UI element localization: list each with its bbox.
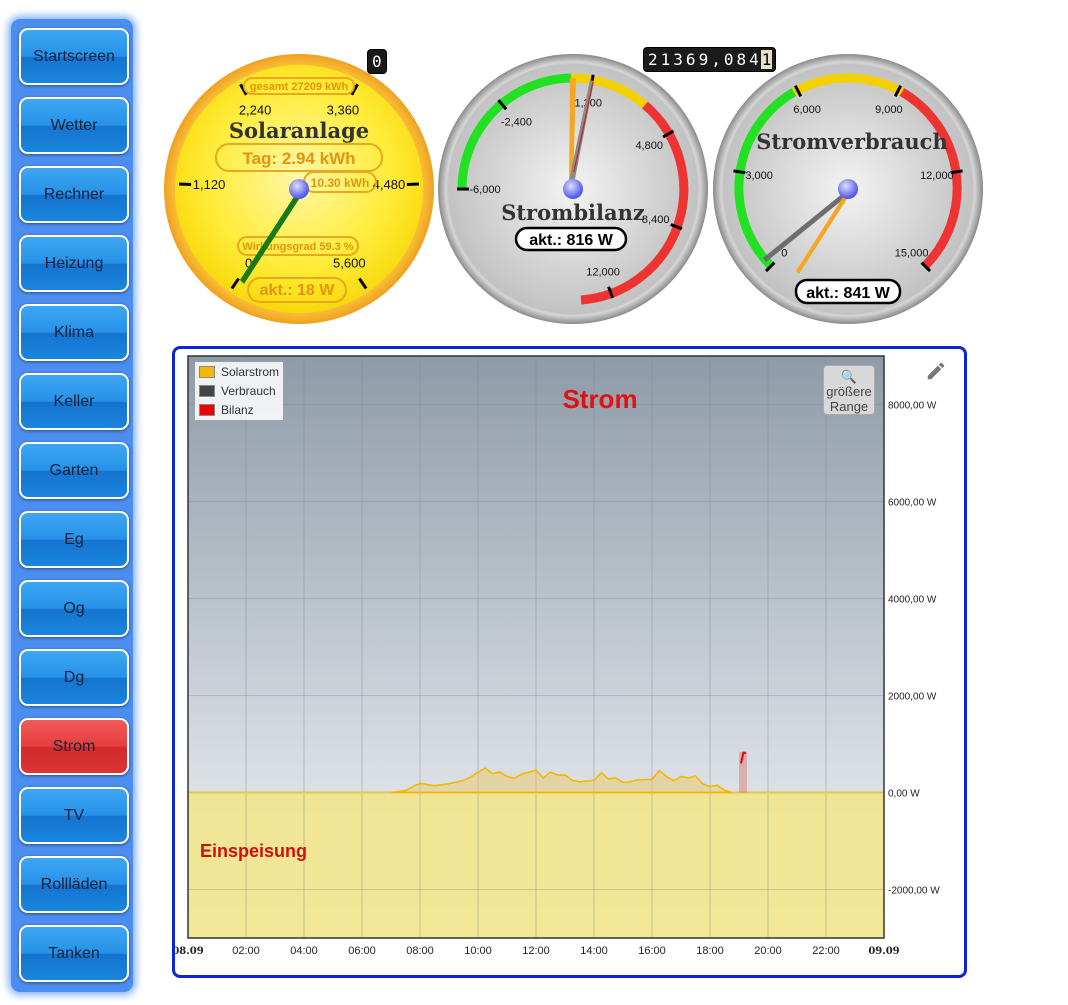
counter-digit: 2 xyxy=(648,50,658,69)
x-tick-label: 18:00 xyxy=(696,945,724,957)
solar-gauge: 0 1,120 2,240 3,360 4,480 5,600 gesamt 27209 … xyxy=(164,54,434,324)
gauge-tick-label: 1,120 xyxy=(193,177,226,192)
bilanz-current: akt.: 816 W xyxy=(529,232,613,249)
gauge-tick xyxy=(179,182,192,186)
gauge-tick-label: 0 xyxy=(781,248,787,260)
counter-digit: 9 xyxy=(698,50,709,69)
range-label: größere Range xyxy=(826,384,872,414)
y-tick-label: 2000,00 W xyxy=(888,692,937,703)
nav-button-tanken[interactable]: Tanken xyxy=(19,925,129,982)
gauge-tick-label: 15,000 xyxy=(895,248,929,260)
range-button[interactable]: 🔍 größere Range xyxy=(823,365,875,415)
nav-button-startscreen[interactable]: Startscreen xyxy=(19,28,129,85)
counter-digit: 3 xyxy=(673,50,683,69)
verbrauch-gauge: 0 3,000 6,000 9,000 12,000 15,000 Stromverbra… xyxy=(713,54,983,324)
gauge-tick-label: 6,000 xyxy=(793,104,821,116)
gauge-tick-label: 2,240 xyxy=(239,102,272,117)
gauge-tick-label: 3,000 xyxy=(745,170,773,182)
x-tick-label: 22:00 xyxy=(812,945,840,957)
magnifier-icon: 🔍 xyxy=(840,369,858,384)
nav-button-keller[interactable]: Keller xyxy=(19,373,129,430)
nav-button-wetter[interactable]: Wetter xyxy=(19,97,129,154)
legend-item[interactable]: Verbrauch xyxy=(195,381,283,400)
nav-button-klima[interactable]: Klima xyxy=(19,304,129,361)
nav-button-rechner[interactable]: Rechner xyxy=(19,166,129,223)
y-tick-label: 8000,00 W xyxy=(888,401,937,412)
y-tick-label: 6000,00 W xyxy=(888,498,937,509)
einspeisung-label: Einspeisung xyxy=(200,841,308,861)
gauge-tick-label: 5,600 xyxy=(333,256,366,271)
solar-counter-digit: 0 xyxy=(372,52,382,71)
bilanz-gauge: -6,000-2,4001,2004,8008,40012,000 Stromb… xyxy=(438,54,708,324)
legend-swatch xyxy=(199,365,215,378)
x-tick-label: 10:00 xyxy=(464,945,492,957)
gauge-tick-label: -2,400 xyxy=(501,117,532,129)
x-tick-label: 04:00 xyxy=(290,945,318,957)
x-tick-label: 12:00 xyxy=(522,945,550,957)
gauge-tick-label: -6,000 xyxy=(469,184,500,196)
legend-swatch xyxy=(199,384,215,397)
legend-label: Solarstrom xyxy=(221,364,280,379)
verbrauch-title: Stromverbrauch xyxy=(756,129,947,154)
gauge-tick xyxy=(406,182,419,186)
nav-button-og[interactable]: Og xyxy=(19,580,129,637)
solar-title: Solaranlage xyxy=(229,118,369,143)
x-tick-label: 20:00 xyxy=(754,945,782,957)
solar-total: gesamt 27209 kWh xyxy=(250,81,349,93)
gauge-tick-label: 4,800 xyxy=(635,140,663,152)
x-tick-label: 02:00 xyxy=(232,945,260,957)
counter-digit: 1 xyxy=(660,50,671,69)
x-tick-label: 08:00 xyxy=(406,945,434,957)
solar-current: akt.: 18 W xyxy=(260,282,336,299)
y-tick-label: 0,00 W xyxy=(888,789,920,800)
x-tick-label: 06:00 xyxy=(348,945,376,957)
verbrauch-current: akt.: 841 W xyxy=(806,285,890,302)
nav-button-tv[interactable]: TV xyxy=(19,787,129,844)
chart-legend: Solarstrom Verbrauch Bilanz xyxy=(195,362,283,420)
sidebar: Startscreen Wetter Rechner Heizung Klima Kell… xyxy=(11,19,133,992)
y-tick-label: -2000,00 W xyxy=(888,886,940,897)
x-tick-label: 14:00 xyxy=(580,945,608,957)
gauge-tick-label: 9,000 xyxy=(875,104,903,116)
nav-button-rollläden[interactable]: Rollläden xyxy=(19,856,129,913)
solar-counter: 0 xyxy=(367,49,387,74)
nav-button-dg[interactable]: Dg xyxy=(19,649,129,706)
nav-button-strom[interactable]: Strom xyxy=(19,718,129,775)
counter-digit: 6 xyxy=(685,50,696,69)
strom-chart: 8000,00 W 6000,00 W 4000,00 W 2000,00 W 0,00… xyxy=(175,355,940,957)
y-tick-label: 4000,00 W xyxy=(888,595,937,606)
legend-label: Bilanz xyxy=(221,402,254,417)
nav-button-eg[interactable]: Eg xyxy=(19,511,129,568)
gauge-tick-label: 3,360 xyxy=(327,102,360,117)
solar-day: Tag: 2.94 kWh xyxy=(242,149,355,168)
nav-button-garten[interactable]: Garten xyxy=(19,442,129,499)
x-tick-label: 09.09 xyxy=(868,946,899,957)
chart-title: Strom xyxy=(562,384,638,414)
gauge-tick-label: 4,480 xyxy=(373,177,406,192)
legend-label: Verbrauch xyxy=(221,383,276,398)
gauge-tick-label: 12,000 xyxy=(586,267,620,279)
gauge-tick-label: 8,400 xyxy=(642,214,670,226)
nav-button-heizung[interactable]: Heizung xyxy=(19,235,129,292)
legend-item[interactable]: Solarstrom xyxy=(195,362,283,381)
x-tick-label: 16:00 xyxy=(638,945,666,957)
pencil-icon[interactable] xyxy=(925,360,947,382)
gauge-tick xyxy=(733,169,746,175)
legend-item[interactable]: Bilanz xyxy=(195,400,283,419)
x-tick-label: 08.09 xyxy=(175,946,204,957)
solar-peak: 10.30 kWh xyxy=(311,176,370,190)
bilanz-title: Strombilanz xyxy=(501,200,645,225)
legend-swatch xyxy=(199,403,215,416)
gauge-tick-label: 12,000 xyxy=(920,170,954,182)
